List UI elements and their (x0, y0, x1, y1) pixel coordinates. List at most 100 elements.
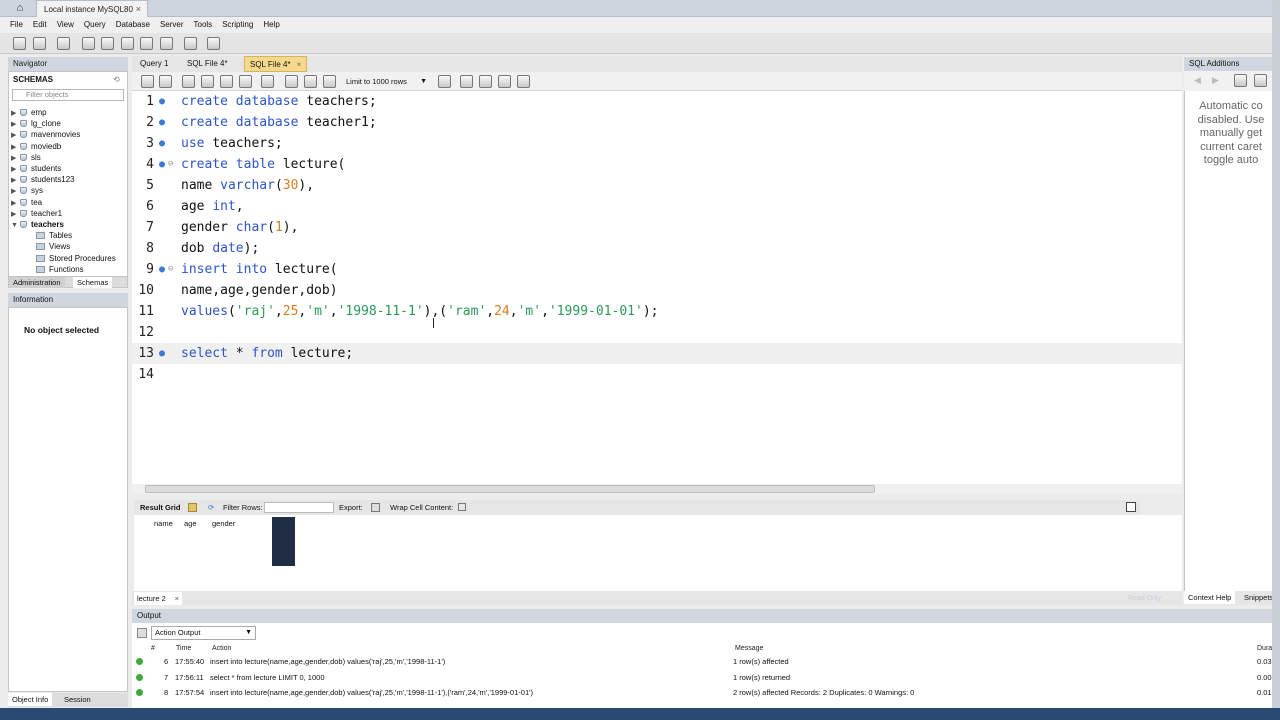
create-procedure-icon[interactable] (140, 37, 153, 50)
sql-editor[interactable]: 1 ● create database teachers; 2 ● create data… (132, 91, 1182, 484)
open-sql-script-icon[interactable] (33, 37, 46, 50)
back-icon[interactable]: ◀ (1194, 75, 1201, 86)
fold-icon[interactable]: ⊖ (168, 259, 173, 280)
forward-icon[interactable]: ▶ (1212, 75, 1219, 86)
result-grid-label[interactable]: Result Grid (140, 500, 180, 515)
filter-objects-input[interactable]: Filter objects (12, 89, 124, 101)
tab-editor[interactable]: Query 1 (135, 56, 173, 72)
menu-query[interactable]: Query (79, 17, 111, 33)
rollback-icon[interactable] (304, 75, 317, 88)
tab-object-info[interactable]: Object Info (8, 693, 53, 706)
save-icon[interactable] (159, 75, 172, 88)
menu-help[interactable]: Help (258, 17, 284, 33)
code-line[interactable]: 10 name,age,gender,dob) (132, 280, 1182, 301)
schema-item[interactable]: ▶ tea (11, 197, 42, 208)
column-header-name[interactable]: name (154, 519, 173, 528)
menu-database[interactable]: Database (111, 17, 155, 33)
menu-edit[interactable]: Edit (28, 17, 52, 33)
instance-tab[interactable]: Local instance MySQL80 × (36, 0, 148, 17)
schema-subitem[interactable]: Stored Procedures (36, 253, 116, 264)
create-table-icon[interactable] (101, 37, 114, 50)
find-icon[interactable] (479, 75, 492, 88)
code-line[interactable]: 1 ● create database teachers; (132, 91, 1182, 112)
code-line[interactable]: 7 gender char(1), (132, 217, 1182, 238)
code-line[interactable]: 4 ● ⊖ create table lecture( (132, 154, 1182, 175)
schema-item[interactable]: ▶ mavenmovies (11, 129, 80, 140)
inspector-icon[interactable] (57, 37, 70, 50)
execute-current-icon[interactable] (201, 75, 214, 88)
open-file-icon[interactable] (141, 75, 154, 88)
menu-server[interactable]: Server (155, 17, 189, 33)
schema-item[interactable]: ▶ sls (11, 152, 41, 163)
reconnect-icon[interactable] (207, 37, 220, 50)
tab-editor[interactable]: SQL File 4* × (244, 56, 308, 72)
bookmark-icon[interactable] (438, 75, 451, 88)
invisible-chars-icon[interactable] (498, 75, 511, 88)
grid-view-icon[interactable] (188, 503, 197, 512)
code-line[interactable]: 11 values('raj',25,'m','1998-11-1'),('ram… (132, 301, 1182, 322)
beautify-icon[interactable] (460, 75, 473, 88)
tab-session[interactable]: Session (60, 693, 95, 706)
code-line[interactable]: 2 ● create database teacher1; (132, 112, 1182, 133)
schema-subitem[interactable]: Functions (36, 264, 84, 275)
column-header-gender[interactable]: gender (212, 519, 235, 528)
create-function-icon[interactable] (160, 37, 173, 50)
code-line[interactable]: 5 name varchar(30), (132, 175, 1182, 196)
limit-rows-select[interactable]: Limit to 1000 rows ▼ (344, 75, 429, 88)
schema-item[interactable]: ▶ sys (11, 185, 43, 196)
manual-help-icon[interactable] (1234, 74, 1247, 87)
schema-item[interactable]: ▶ teacher1 (11, 208, 62, 219)
close-icon[interactable]: × (136, 4, 141, 14)
wrap-lines-icon[interactable] (517, 75, 530, 88)
close-icon[interactable]: × (175, 592, 179, 605)
menu-file[interactable]: File (0, 17, 28, 33)
code-line[interactable]: 3 ● use teachers; (132, 133, 1182, 154)
code-line[interactable]: 8 dob date); (132, 238, 1182, 259)
home-icon[interactable]: ⌂ (8, 1, 32, 16)
wrap-cell-icon[interactable] (458, 503, 466, 511)
code-line[interactable]: 12 (132, 322, 1182, 343)
output-options-icon[interactable] (137, 628, 147, 638)
schema-subitem[interactable]: Views (36, 241, 70, 252)
tab-administration[interactable]: Administration (9, 277, 65, 288)
fold-icon[interactable]: ⊖ (168, 154, 173, 175)
schema-item[interactable]: ▶ students123 (11, 174, 75, 185)
autocommit-icon[interactable] (323, 75, 336, 88)
code-line[interactable]: 14 (132, 364, 1182, 385)
panel-toggle-icon[interactable] (1126, 502, 1136, 512)
schema-subitem[interactable]: Tables (36, 230, 72, 241)
tab-schemas[interactable]: Schemas (73, 277, 113, 288)
tab-editor[interactable]: SQL File 4* (182, 56, 233, 72)
code-line[interactable]: 13 ● select * from lecture; (132, 343, 1182, 364)
menu-view[interactable]: View (52, 17, 79, 33)
filter-rows-input[interactable] (264, 502, 334, 513)
column-header-age[interactable]: age (184, 519, 197, 528)
commit-icon[interactable] (285, 75, 298, 88)
toggle-error-icon[interactable] (261, 75, 274, 88)
schema-item[interactable]: ▶ emp (11, 107, 47, 118)
menu-scripting[interactable]: Scripting (217, 17, 258, 33)
tab-context-help[interactable]: Context Help (1184, 591, 1236, 604)
create-schema-icon[interactable] (82, 37, 95, 50)
schema-item[interactable]: ▶ lg_clone (11, 118, 61, 129)
refresh-icon[interactable]: ⟲ (113, 75, 120, 84)
chevron-down-icon[interactable]: ▼ (11, 220, 20, 231)
schema-item[interactable]: ▶ moviedb (11, 141, 61, 152)
output-type-select[interactable]: Action Output ▼ (151, 626, 256, 640)
explain-icon[interactable] (220, 75, 233, 88)
export-icon[interactable] (371, 503, 380, 512)
close-icon[interactable]: × (297, 60, 302, 69)
stop-icon[interactable] (239, 75, 252, 88)
new-sql-tab-icon[interactable] (13, 37, 26, 50)
scrollbar-thumb[interactable] (145, 485, 875, 493)
code-line[interactable]: 9 ● ⊖ insert into lecture( (132, 259, 1182, 280)
schema-item[interactable]: ▶ students (11, 163, 61, 174)
menu-tools[interactable]: Tools (189, 17, 218, 33)
execute-icon[interactable] (182, 75, 195, 88)
code-line[interactable]: 6 age int, (132, 196, 1182, 217)
result-tab-lecture[interactable]: lecture 2 × (134, 592, 182, 605)
create-view-icon[interactable] (121, 37, 134, 50)
schema-item[interactable]: ▼ teachers (11, 219, 64, 230)
search-table-data-icon[interactable] (184, 37, 197, 50)
auto-help-icon[interactable] (1254, 74, 1267, 87)
